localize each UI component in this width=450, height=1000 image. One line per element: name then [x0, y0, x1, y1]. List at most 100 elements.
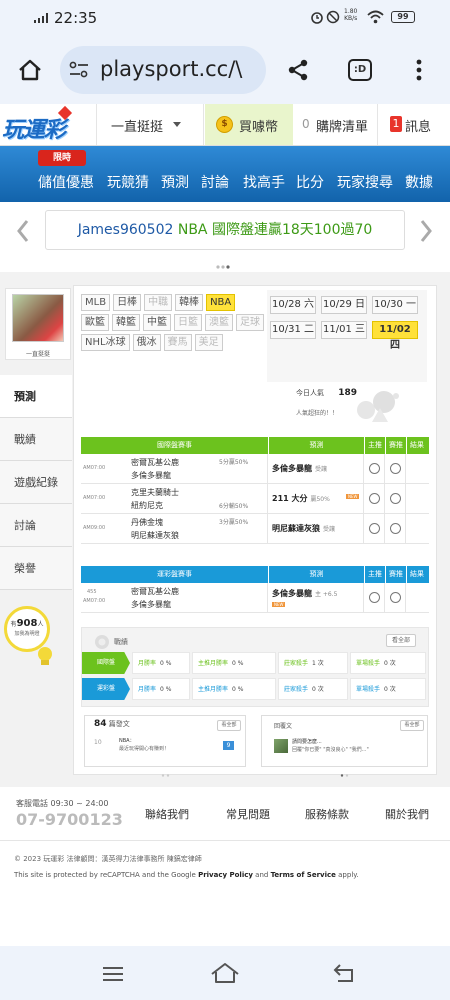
sport-chip[interactable]: MLB [81, 294, 111, 311]
main-pick-radio[interactable] [369, 523, 380, 534]
site-header: 玩運彩 一直挺挺 $ 買噱幣 0 購牌清單 1 訊息 [0, 104, 450, 146]
sport-chip[interactable]: 俄冰 [132, 334, 161, 351]
date-button[interactable]: 10/28 六 [270, 296, 316, 314]
match-info: AM09:00 丹佛金塊 明尼蘇達灰狼 3分贏50% [81, 514, 268, 543]
footer-faq-link[interactable]: 常見問題 [226, 806, 270, 822]
home-team[interactable]: 密爾瓦基公鹿 [131, 586, 179, 597]
nav-item-data[interactable]: 數據 [405, 172, 433, 192]
match-odds: 6分輸50% [219, 503, 249, 510]
date-button[interactable]: 10/29 日 [321, 296, 367, 314]
profile-card[interactable]: 一直挺挺 [5, 288, 71, 360]
alarm-icon [310, 10, 324, 24]
match-odds: 3分贏50% [219, 519, 249, 526]
url-text[interactable]: playsport.cc/\ [100, 57, 242, 81]
bet-pick-radio[interactable] [390, 463, 401, 474]
date-button[interactable]: 11/02 四 [372, 321, 418, 351]
sport-chip[interactable]: 歐籃 [81, 314, 109, 331]
posts-view-all-button[interactable]: 看全部 [217, 720, 241, 731]
nav-item-player-search[interactable]: 玩家搜尋 [337, 172, 393, 192]
chevron-left-icon[interactable] [14, 218, 32, 244]
bet-pick-radio[interactable] [390, 592, 401, 603]
main-pick-radio[interactable] [369, 493, 380, 504]
bet-pick-radio[interactable] [390, 493, 401, 504]
nav-item-scores[interactable]: 比分 [296, 172, 324, 192]
sidebar-item-game-history[interactable]: 遊戲紀錄 [0, 461, 72, 504]
home-icon[interactable] [17, 58, 43, 82]
site-logo[interactable]: 玩運彩 [2, 105, 94, 143]
result-cell [406, 583, 427, 612]
sport-chip[interactable]: NBA [206, 294, 236, 311]
away-team[interactable]: 紐約尼克 [131, 500, 163, 511]
sport-chip[interactable]: 澳籃 [205, 314, 233, 331]
user-menu[interactable]: 一直挺挺 [96, 104, 204, 145]
away-team[interactable]: 多倫多暴龍 [131, 470, 171, 481]
sport-chip[interactable]: 足球 [236, 314, 264, 331]
nav-item-game[interactable]: 玩競猜 [107, 172, 149, 192]
posts-dots [161, 762, 171, 777]
pick-text: 211 大分 贏50% [272, 493, 330, 504]
signal-icon [34, 11, 50, 23]
record-view-all-button[interactable]: 看全部 [386, 634, 416, 647]
date-button[interactable]: 10/31 二 [270, 321, 316, 339]
nav-item-forum[interactable]: 討論 [201, 172, 229, 192]
sidebar-item-predict[interactable]: 預測 [0, 375, 72, 418]
terms-link[interactable]: Terms of Service [271, 871, 336, 879]
post-category-link[interactable]: NBA： [119, 737, 135, 744]
result-cell [406, 484, 427, 513]
home-team[interactable]: 克里夫蘭騎士 [131, 487, 179, 498]
sidebar-item-record[interactable]: 戰績 [0, 418, 72, 461]
site-settings-icon[interactable] [69, 61, 89, 79]
avatar[interactable] [12, 294, 64, 342]
sport-chip[interactable]: 美足 [194, 334, 223, 351]
more-menu-icon[interactable] [416, 58, 422, 82]
home-team[interactable]: 密爾瓦基公鹿 [131, 457, 179, 468]
sport-chip[interactable]: 日棒 [113, 294, 142, 311]
bet-pick-radio[interactable] [390, 523, 401, 534]
home-team[interactable]: 丹佛金塊 [131, 517, 163, 528]
url-field[interactable]: playsport.cc/\ [60, 46, 266, 94]
chevron-right-icon[interactable] [417, 218, 435, 244]
post-title-link[interactable]: 最近玩得開心有賺到！ [119, 745, 169, 752]
nav-item-deposit[interactable]: 儲值優惠 [38, 172, 94, 192]
date-button[interactable]: 10/30 一 [372, 296, 418, 314]
footer-contact-link[interactable]: 聯絡我們 [145, 806, 189, 822]
chevron-down-icon [173, 122, 181, 127]
reply-title-link[interactable]: 請問要怎麼... [292, 738, 322, 745]
replies-view-all-button[interactable]: 看全部 [400, 720, 424, 731]
footer-terms-link[interactable]: 服務條款 [305, 806, 349, 822]
record-stat-value: 0 % [232, 660, 244, 667]
recent-apps-icon[interactable] [102, 966, 124, 982]
home-nav-icon[interactable] [210, 962, 240, 984]
back-icon[interactable] [332, 963, 356, 983]
away-team[interactable]: 明尼蘇達灰狼 [131, 530, 179, 541]
sport-chip[interactable]: NHL冰球 [81, 334, 130, 351]
footer-about-link[interactable]: 關於我們 [385, 806, 429, 822]
sidebar-item-discussion[interactable]: 討論 [0, 504, 72, 547]
away-team[interactable]: 多倫多暴龍 [131, 599, 171, 610]
pick-text: 明尼蘇達灰狼 受讓 [272, 523, 335, 534]
reply-thumb [274, 739, 288, 753]
sport-chip[interactable]: 中籃 [143, 314, 171, 331]
buy-coin-button[interactable]: $ 買噱幣 [205, 104, 293, 145]
main-pick-radio[interactable] [369, 463, 380, 474]
sidebar-item-honor[interactable]: 榮譽 [0, 547, 72, 590]
announcement-item[interactable]: James960502 NBA 國際盤連贏18天100過70 [45, 210, 405, 250]
service-phone[interactable]: 07-9700123 [16, 810, 123, 829]
sport-chip[interactable]: 中職 [144, 294, 173, 311]
main-pick-radio[interactable] [369, 592, 380, 603]
share-icon[interactable] [286, 58, 310, 82]
sport-chip[interactable]: 韓棒 [175, 294, 204, 311]
tab-switcher-icon[interactable]: :D [348, 59, 372, 81]
pick-option-cell [385, 454, 406, 483]
sport-chip[interactable]: 韓籃 [112, 314, 140, 331]
pick-option-cell [385, 514, 406, 543]
nav-item-experts[interactable]: 找高手 [243, 172, 285, 192]
messages-button[interactable]: 1 訊息 [380, 104, 450, 145]
cart-button[interactable]: 0 購牌清單 [294, 104, 378, 145]
privacy-link[interactable]: Privacy Policy [198, 871, 253, 879]
sport-chip[interactable]: 賽馬 [163, 334, 192, 351]
sport-chip[interactable]: 日籃 [174, 314, 202, 331]
nav-item-predict[interactable]: 預測 [161, 172, 189, 192]
record-row: 運彩盤 月勝率 0 % 主推月勝率 0 % 莊家殺手 0 次單場殺手 0 次 [82, 678, 428, 700]
date-button[interactable]: 11/01 三 [321, 321, 367, 339]
